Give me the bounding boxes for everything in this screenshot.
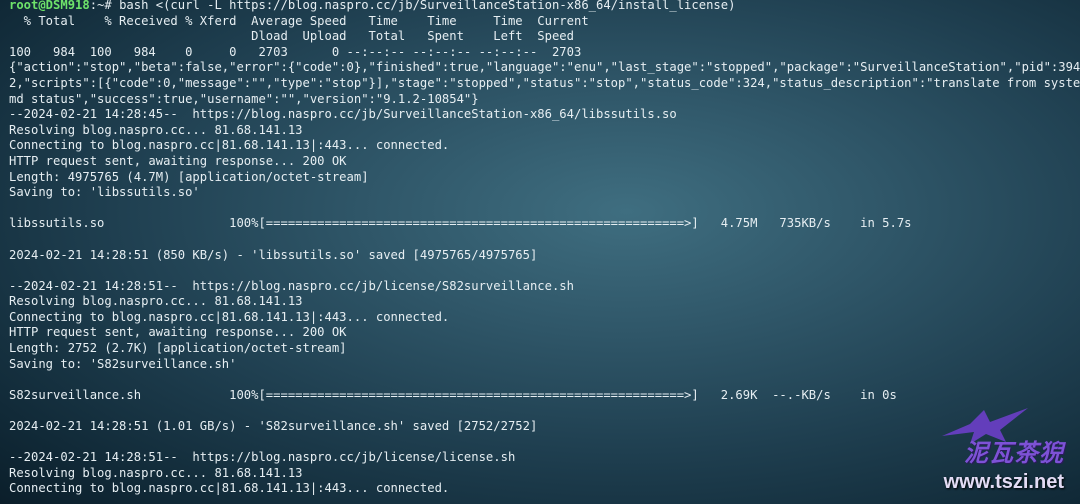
output-line: --2024-02-21 14:28:51-- https://blog.nas…: [9, 450, 516, 465]
output-line: 100 984 100 984 0 0 2703 0 --:--:-- --:-…: [9, 44, 582, 59]
output-line: HTTP request sent, awaiting response... …: [9, 325, 347, 340]
output-line: 2024-02-21 14:28:51 (850 KB/s) - 'libssu…: [9, 247, 538, 262]
output-line: Saving to: 'S82surveillance.sh': [9, 356, 237, 371]
prompt-user: root@DSM918: [9, 0, 90, 12]
output-line: % Total % Received % Xferd Average Speed…: [9, 13, 589, 28]
output-line: Resolving blog.naspro.cc... 81.68.141.13: [9, 294, 303, 309]
output-line: --2024-02-21 14:28:51-- https://blog.nas…: [9, 278, 574, 293]
terminal-output[interactable]: root@DSM918:~# bash <(curl -L https://bl…: [9, 0, 1080, 497]
output-line: 2,"scripts":[{"code":0,"message":"","typ…: [9, 75, 1080, 90]
output-line: Connecting to blog.naspro.cc|81.68.141.1…: [9, 309, 450, 324]
output-line: {"action":"stop","beta":false,"error":{"…: [9, 60, 1080, 75]
output-line: Resolving blog.naspro.cc... 81.68.141.13: [9, 122, 303, 137]
output-line: --2024-02-21 14:28:45-- https://blog.nas…: [9, 107, 677, 122]
output-line: Length: 4975765 (4.7M) [application/octe…: [9, 169, 369, 184]
output-line: Connecting to blog.naspro.cc|81.68.141.1…: [9, 138, 450, 153]
output-line: 2024-02-21 14:28:51 (1.01 GB/s) - 'S82su…: [9, 419, 538, 434]
output-line: Saving to: 'libssutils.so': [9, 185, 200, 200]
output-line: md status","success":true,"username":"",…: [9, 91, 479, 106]
prompt-line: root@DSM918:~# bash <(curl -L https://bl…: [9, 0, 1080, 14]
output-line: HTTP request sent, awaiting response... …: [9, 153, 347, 168]
prompt-command: :~# bash <(curl -L https://blog.naspro.c…: [89, 0, 736, 12]
output-line: Connecting to blog.naspro.cc|81.68.141.1…: [9, 481, 450, 496]
output-line: Resolving blog.naspro.cc... 81.68.141.13: [9, 465, 303, 480]
progress-line: libssutils.so 100%[=====================…: [9, 216, 912, 231]
progress-line: S82surveillance.sh 100%[================…: [9, 387, 897, 402]
output-line: Length: 2752 (2.7K) [application/octet-s…: [9, 341, 347, 356]
output-line: Dload Upload Total Spent Left Speed: [9, 29, 574, 44]
